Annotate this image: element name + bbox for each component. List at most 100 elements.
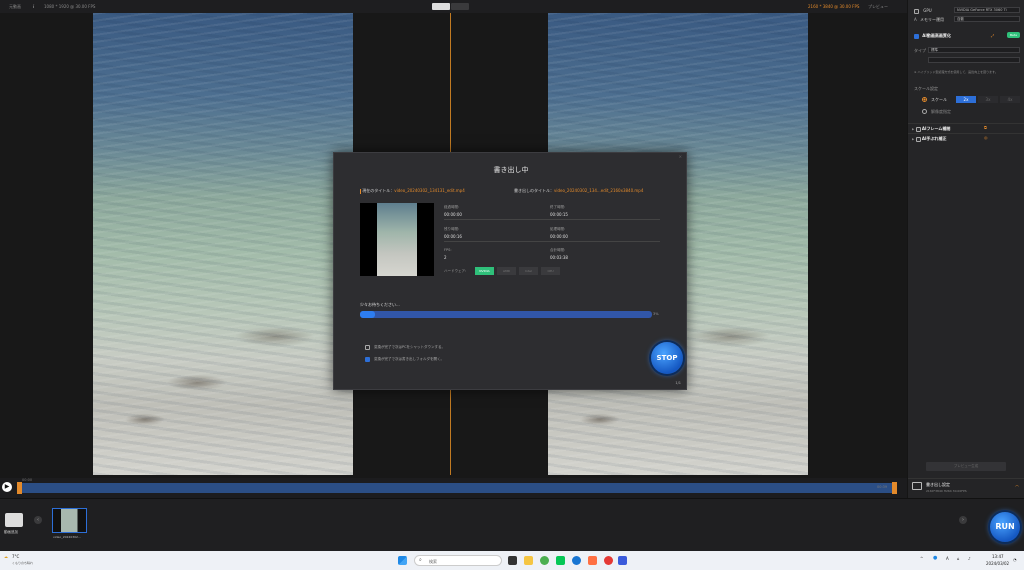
elapsed-value: 00:00:00 bbox=[444, 212, 462, 217]
side-view-icon[interactable] bbox=[451, 3, 469, 10]
processed-label: 処理時間: bbox=[550, 227, 566, 231]
separator bbox=[550, 241, 660, 242]
hardware-label: ハードウェア: bbox=[444, 269, 467, 273]
search-icon: ⌕ bbox=[419, 557, 422, 563]
remaining-value: 00:00:16 bbox=[444, 234, 462, 239]
fps-label: FPS: bbox=[444, 248, 452, 252]
timeline: ▶ 00:00 00:39 bbox=[0, 478, 907, 498]
memory-icon: A bbox=[914, 17, 917, 22]
prev-arrow-icon[interactable]: ‹ bbox=[34, 516, 42, 524]
line-icon[interactable] bbox=[556, 556, 565, 565]
app2-icon[interactable] bbox=[618, 556, 627, 565]
next-arrow-icon[interactable]: › bbox=[959, 516, 967, 524]
page-counter: 1/1 bbox=[675, 381, 681, 385]
timeline-track[interactable] bbox=[17, 483, 897, 493]
play-button[interactable]: ▶ bbox=[2, 482, 12, 492]
settings-sidebar: GPU NVIDIA GeForce RTX 3060 Ti A メモリー運用 … bbox=[907, 0, 1024, 498]
weather-temp: 7°C bbox=[12, 554, 20, 559]
info-icon[interactable]: i bbox=[33, 4, 34, 9]
source-file: video_20240302_134131_edit.mp4 bbox=[394, 188, 465, 193]
collapse-arrow-icon: ▶ bbox=[912, 137, 915, 141]
scale-2x[interactable]: 2x bbox=[956, 96, 976, 103]
chevron-up-icon[interactable]: ^ bbox=[920, 556, 923, 561]
expand-icon[interactable]: ⤢ bbox=[991, 33, 994, 38]
model-select[interactable] bbox=[928, 57, 1020, 63]
thumbnail-label: video_20240302... bbox=[53, 535, 81, 539]
search-placeholder: 検索 bbox=[429, 559, 437, 564]
total-label: 合計時間: bbox=[550, 248, 566, 252]
frame-interp-row[interactable]: ▶ AIフレーム補間 ⧉ bbox=[908, 123, 1024, 132]
explorer-icon[interactable] bbox=[524, 556, 533, 565]
open-folder-checkbox[interactable] bbox=[365, 357, 370, 362]
stabilize-checkbox[interactable] bbox=[915, 136, 921, 142]
left-resolution: 1080 * 1920 @ 30.00 FPS bbox=[44, 4, 96, 9]
chrome2-icon[interactable] bbox=[604, 556, 613, 565]
frame-interp-checkbox[interactable] bbox=[915, 126, 921, 132]
search-box[interactable]: ⌕ 検索 bbox=[414, 555, 502, 566]
end-value: 00:00:15 bbox=[550, 212, 568, 217]
dialog-title: 書き出し中 bbox=[493, 166, 529, 174]
add-video-icon[interactable] bbox=[5, 513, 23, 527]
video-thumbnail[interactable] bbox=[52, 508, 87, 533]
end-label: 終了時間: bbox=[550, 205, 566, 209]
clock-time[interactable]: 13:47 bbox=[992, 554, 1004, 559]
split-view-icon[interactable] bbox=[432, 3, 450, 10]
stabilize-icon: ◎ bbox=[984, 135, 988, 140]
memory-label: メモリー運用 bbox=[920, 17, 945, 22]
enhance-checkbox[interactable] bbox=[914, 33, 919, 39]
output-title-row: 書き出しのタイトル：video_20240302_134...edit_2160… bbox=[514, 188, 643, 194]
close-icon[interactable]: × bbox=[679, 154, 682, 159]
start-icon[interactable] bbox=[398, 556, 407, 565]
hw-amd: AMD bbox=[497, 267, 516, 275]
app-icon[interactable] bbox=[588, 556, 597, 565]
onedrive-icon[interactable]: ● bbox=[933, 555, 937, 561]
weather-icon[interactable]: ☁ bbox=[4, 554, 8, 559]
type-select[interactable]: 標準 bbox=[928, 47, 1020, 53]
enhance-label: AI動画高画質化 bbox=[922, 33, 951, 38]
stabilize-row[interactable]: ▶ AI手ぶれ補正 ◎ bbox=[908, 133, 1024, 142]
trim-end-handle[interactable] bbox=[892, 482, 897, 494]
hw-nvidia: NVIDIA bbox=[475, 267, 494, 275]
collapse-arrow-icon: ▶ bbox=[912, 127, 915, 131]
task-view-icon[interactable] bbox=[508, 556, 517, 565]
gpu-checkbox[interactable] bbox=[914, 8, 919, 14]
scale-4x[interactable]: 4x bbox=[1000, 96, 1020, 103]
export-preview bbox=[360, 203, 434, 276]
output-label: 書き出しのタイトル： bbox=[514, 188, 554, 193]
notification-icon[interactable]: ◔ bbox=[1013, 557, 1017, 562]
memory-select[interactable]: 自動 bbox=[954, 16, 1020, 22]
source-title: 現在のタイトル：video_20240302_134131_edit.mp4 bbox=[360, 188, 465, 194]
run-button[interactable]: RUN bbox=[990, 512, 1020, 542]
tab-original[interactable]: 元動画 bbox=[9, 4, 21, 10]
source-label: 現在のタイトル： bbox=[362, 188, 395, 193]
enhance-row: AI動画高画質化 ⤢ Beta bbox=[914, 32, 1020, 39]
custom-res-radio[interactable] bbox=[922, 109, 927, 114]
scale-3x[interactable]: 3x bbox=[978, 96, 998, 103]
chevron-up-icon[interactable]: ︿ bbox=[1015, 482, 1019, 488]
scale-option-label: スケール bbox=[931, 97, 947, 102]
volume-icon[interactable]: ♪ bbox=[968, 556, 971, 561]
network-icon[interactable]: ⌂ bbox=[957, 556, 960, 561]
output-detail: 2160*3840 H264 30.00FPS bbox=[926, 489, 967, 493]
stabilize-label: AI手ぶれ補正 bbox=[921, 136, 947, 141]
output-file: video_20240302_134...edit_2160x3840.mp4 bbox=[554, 188, 644, 193]
scale-radio[interactable] bbox=[922, 97, 927, 102]
clock-date[interactable]: 2024/03/02 bbox=[986, 561, 1009, 566]
output-title: 書き出し設定 bbox=[926, 482, 950, 487]
preview-generate-button[interactable]: プレビュー生成 bbox=[926, 462, 1006, 471]
chrome-icon[interactable] bbox=[540, 556, 549, 565]
weather-desc: くもりのち晴れ bbox=[12, 561, 34, 565]
shutdown-checkbox[interactable] bbox=[365, 345, 370, 350]
gpu-label: GPU bbox=[923, 8, 932, 13]
output-settings[interactable]: 書き出し設定 2160*3840 H264 30.00FPS ︿ bbox=[908, 478, 1024, 498]
tab-preview[interactable]: プレビュー bbox=[868, 4, 888, 10]
processed-value: 00:00:00 bbox=[550, 234, 568, 239]
ime-indicator[interactable]: A bbox=[946, 556, 949, 561]
gpu-select[interactable]: NVIDIA GeForce RTX 3060 Ti bbox=[954, 7, 1020, 13]
original-video-frame bbox=[93, 13, 353, 475]
trim-start-handle[interactable] bbox=[17, 482, 22, 494]
stop-button[interactable]: STOP bbox=[651, 342, 683, 374]
frame-interp-icon: ⧉ bbox=[984, 125, 987, 130]
edge-icon[interactable] bbox=[572, 556, 581, 565]
wait-text: 少々お待ちください... bbox=[360, 302, 400, 307]
